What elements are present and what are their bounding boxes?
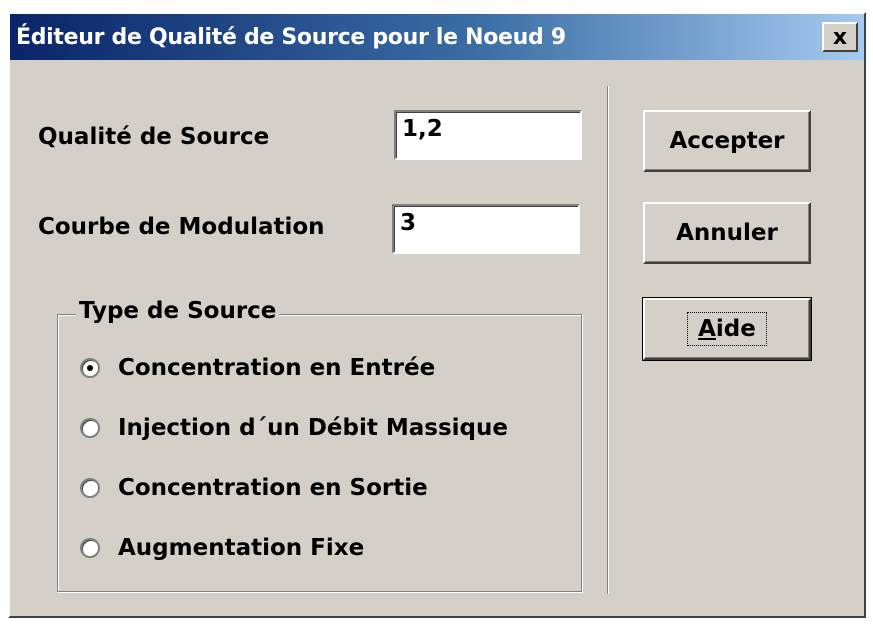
help-button-focus: Aide [687,312,767,346]
radio-button-icon [80,418,100,438]
title-bar[interactable]: Éditeur de Qualité de Source pour le Noe… [10,14,864,60]
help-button-label: ide [715,316,756,342]
accept-button[interactable]: Accepter [643,110,811,172]
source-type-title: Type de Source [76,298,280,324]
window-title: Éditeur de Qualité de Source pour le Noe… [16,24,566,50]
radio-label: Concentration en Sortie [118,475,428,501]
source-quality-dialog: Éditeur de Qualité de Source pour le Noe… [8,12,866,618]
modulation-curve-input[interactable]: 3 [392,204,580,254]
radio-label: Augmentation Fixe [118,535,365,561]
radio-debit-massique[interactable]: Injection d´un Débit Massique [80,415,508,441]
help-button[interactable]: Aide [642,297,812,361]
accept-button-label: Accepter [669,128,785,154]
radio-button-icon [80,478,100,498]
radio-concentration-sortie[interactable]: Concentration en Sortie [80,475,428,501]
cancel-button[interactable]: Annuler [643,202,811,264]
radio-concentration-entree[interactable]: Concentration en Entrée [80,355,435,381]
source-quality-label: Qualité de Source [38,124,270,150]
close-button[interactable]: x [822,22,858,52]
radio-button-icon [80,538,100,558]
vertical-separator [607,86,609,594]
modulation-curve-label: Courbe de Modulation [38,214,325,240]
close-icon: x [832,24,848,50]
radio-augmentation-fixe[interactable]: Augmentation Fixe [80,535,364,561]
source-type-group: Type de Source Concentration en Entrée I… [57,298,582,592]
cancel-button-label: Annuler [676,220,778,246]
radio-label: Injection d´un Débit Massique [118,415,508,441]
help-mnemonic: A [698,316,716,342]
radio-button-icon [80,358,100,378]
radio-label: Concentration en Entrée [118,355,436,381]
source-quality-input[interactable]: 1,2 [394,110,582,160]
